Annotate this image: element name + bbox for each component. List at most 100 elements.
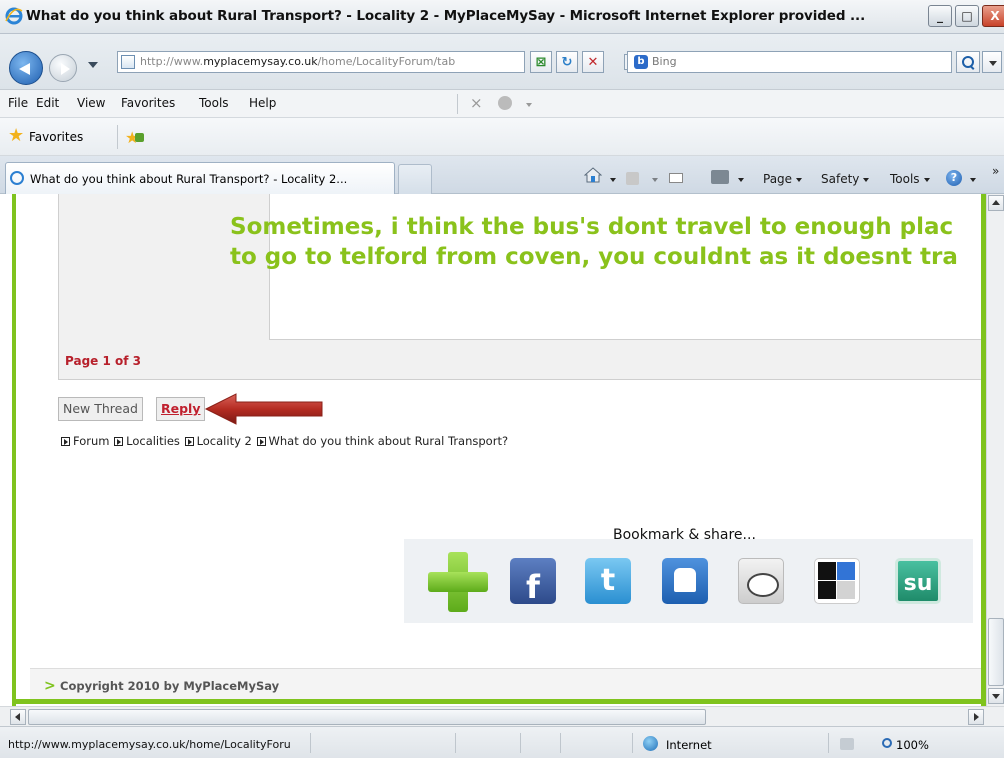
page-left-border — [12, 194, 16, 706]
window-title: What do you think about Rural Transport?… — [26, 8, 866, 24]
page-content: Sometimes, i think the bus's dont travel… — [0, 194, 986, 706]
favorites-star-icon[interactable]: ★ — [8, 127, 26, 145]
menu-favorites[interactable]: Favorites — [121, 96, 175, 110]
horizontal-scroll-thumb[interactable] — [28, 709, 706, 725]
status-divider — [632, 733, 633, 753]
new-thread-button[interactable]: New Thread — [58, 397, 143, 421]
stop-icon[interactable]: ✕ — [582, 51, 604, 73]
menu-file[interactable]: File — [8, 96, 28, 110]
favorites-button[interactable]: Favorites — [29, 130, 83, 144]
menu-separator — [457, 94, 458, 114]
favorites-separator — [117, 125, 118, 149]
bing-icon: b — [634, 55, 648, 69]
address-input[interactable]: http://www.myplacemysay.co.uk/home/Local… — [117, 51, 640, 73]
search-icon[interactable] — [956, 51, 980, 73]
feeds-dropdown[interactable] — [648, 172, 658, 186]
menu-view[interactable]: View — [77, 96, 105, 110]
maximize-icon: □ — [961, 9, 973, 23]
myspace-icon[interactable] — [662, 558, 708, 604]
breadcrumb-arrow-icon — [114, 437, 124, 446]
scroll-down-button[interactable] — [988, 688, 1004, 704]
breadcrumb-arrow-icon — [61, 437, 70, 446]
recent-pages-dropdown[interactable] — [88, 62, 98, 68]
compatibility-view-icon[interactable]: ⊠ — [530, 51, 552, 73]
footer-border — [12, 699, 986, 704]
status-divider — [828, 733, 829, 753]
menu-help[interactable]: Help — [249, 96, 276, 110]
menu-edit[interactable]: Edit — [36, 96, 59, 110]
breadcrumb-locality-2[interactable]: Locality 2 — [197, 434, 252, 448]
close-button[interactable]: X — [982, 5, 1004, 27]
add-to-favorites-bar-icon[interactable]: ★ — [125, 128, 147, 147]
zoom-level[interactable]: 100% — [896, 738, 929, 752]
pagination-row: Page 1 of 3 — [58, 340, 986, 380]
breadcrumb-forum[interactable]: Forum — [73, 434, 109, 448]
annotation-arrow-icon — [204, 393, 323, 425]
post-line-2: to go to telford from coven, you couldnt… — [230, 244, 958, 270]
footer-arrow-icon: > — [44, 678, 56, 694]
reply-button[interactable]: Reply — [156, 397, 206, 421]
post-body: Sometimes, i think the bus's dont travel… — [230, 212, 986, 272]
toolbar-dropdown-icon[interactable] — [526, 103, 532, 107]
safety-menu[interactable]: Safety — [821, 172, 870, 186]
add-icon[interactable] — [428, 552, 488, 612]
more-commands-icon[interactable]: » — [992, 164, 999, 178]
feeds-icon[interactable] — [626, 172, 639, 185]
search-input[interactable]: b Bing — [627, 51, 952, 73]
tab-label: What do you think about Rural Transport?… — [30, 172, 348, 186]
pagination-label: Page 1 of 3 — [65, 354, 141, 368]
home-dropdown[interactable] — [606, 172, 616, 186]
vertical-scroll-thumb[interactable] — [988, 618, 1004, 686]
address-url: http://www.myplacemysay.co.uk/home/Local… — [140, 55, 456, 68]
window-title-bar: What do you think about Rural Transport?… — [0, 0, 1004, 34]
vertical-scrollbar[interactable] — [986, 194, 1004, 706]
help-icon[interactable]: ? — [946, 170, 962, 186]
home-icon[interactable] — [584, 167, 602, 183]
back-button[interactable] — [9, 51, 43, 85]
help-dropdown[interactable] — [966, 172, 976, 186]
print-dropdown[interactable] — [734, 172, 744, 186]
favorites-bar: ★ Favorites ★ — [0, 118, 1004, 156]
footer-copyright: Copyright 2010 by MyPlaceMySay — [60, 679, 280, 693]
breadcrumb: Forum Localities Locality 2 What do you … — [60, 434, 508, 448]
new-tab-button[interactable] — [398, 164, 432, 194]
horizontal-scrollbar[interactable] — [0, 706, 1004, 726]
protected-mode-icon[interactable] — [840, 738, 854, 750]
status-divider — [560, 733, 561, 753]
breadcrumb-localities[interactable]: Localities — [126, 434, 180, 448]
refresh-icon[interactable]: ↻ — [556, 51, 578, 73]
stumbleupon-icon[interactable]: su — [895, 558, 941, 604]
reddit-icon[interactable] — [738, 558, 784, 604]
twitter-icon[interactable]: t — [585, 558, 631, 604]
delicious-icon[interactable] — [814, 558, 860, 604]
maximize-button[interactable]: □ — [955, 5, 979, 27]
toolbar-settings-icon[interactable] — [498, 96, 512, 110]
search-placeholder: Bing — [652, 55, 677, 68]
menu-tools[interactable]: Tools — [199, 96, 229, 110]
search-options-dropdown[interactable] — [982, 51, 1002, 73]
breadcrumb-arrow-icon — [184, 437, 194, 446]
scroll-right-button[interactable] — [968, 709, 984, 725]
minimize-icon: _ — [937, 9, 943, 23]
status-url: http://www.myplacemysay.co.uk/home/Local… — [8, 738, 291, 751]
scroll-left-button[interactable] — [10, 709, 26, 725]
page-icon — [121, 55, 135, 69]
internet-zone-icon — [643, 736, 658, 751]
print-icon[interactable] — [711, 170, 729, 184]
scroll-up-button[interactable] — [988, 195, 1004, 211]
read-mail-icon[interactable] — [669, 173, 683, 183]
page-menu[interactable]: Page — [763, 172, 803, 186]
zoom-icon[interactable] — [882, 738, 892, 748]
breadcrumb-arrow-icon — [256, 437, 266, 446]
status-divider — [455, 733, 456, 753]
minimize-button[interactable]: _ — [928, 5, 952, 27]
tab-page-icon — [10, 171, 24, 185]
breadcrumb-thread[interactable]: What do you think about Rural Transport? — [269, 434, 509, 448]
forward-button[interactable] — [49, 54, 77, 82]
close-toolbar-icon[interactable]: × — [470, 94, 483, 112]
tab-current[interactable]: What do you think about Rural Transport?… — [5, 162, 395, 194]
tools-menu[interactable]: Tools — [890, 172, 930, 186]
close-icon: X — [990, 9, 1000, 23]
facebook-icon[interactable]: f — [510, 558, 556, 604]
status-bar: http://www.myplacemysay.co.uk/home/Local… — [0, 726, 1004, 758]
